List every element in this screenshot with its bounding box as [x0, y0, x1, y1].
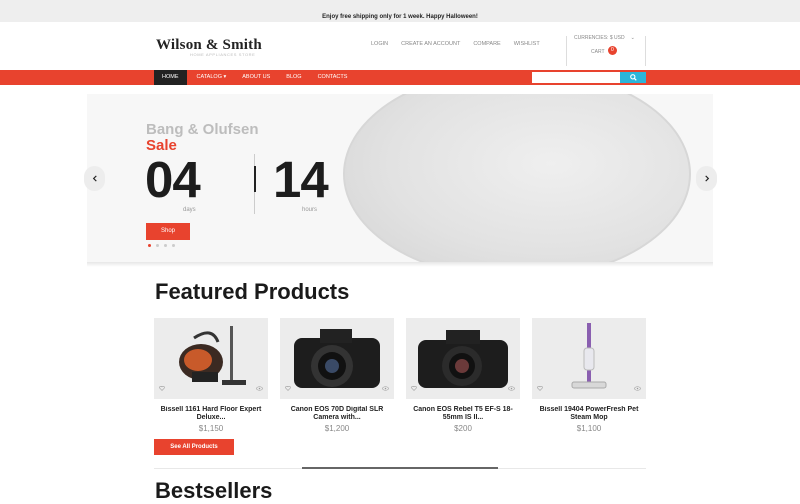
section-divider-highlight [302, 467, 498, 469]
vacuum-image [179, 326, 246, 385]
login-link[interactable]: LOGIN [371, 41, 388, 47]
nav-item-catalog[interactable]: CATALOG ▾ [189, 70, 235, 85]
site-tagline: HOME APPLIANCES STORE [190, 52, 256, 57]
countdown-hours-label: hours [302, 207, 318, 213]
search-button[interactable] [620, 72, 646, 83]
bestsellers-title: Bestsellers [155, 478, 273, 503]
steam-mop-image [571, 323, 607, 389]
featured-products-title: Featured Products [155, 279, 350, 304]
product-price: $200 [454, 424, 472, 433]
compare-icon[interactable] [382, 378, 389, 396]
nav-item-contacts[interactable]: CONTACTS [310, 70, 356, 85]
main-nav: HOME CATALOG ▾ ABOUT US BLOG CONTACTS [154, 70, 355, 85]
nav-item-blog[interactable]: BLOG [278, 70, 309, 85]
product-name[interactable]: Canon EOS 70D Digital SLR Camera with... [280, 406, 394, 422]
countdown-days-label: days [183, 207, 196, 213]
search-icon [629, 74, 637, 81]
cart-link[interactable]: CART 0 [591, 46, 617, 55]
caret-down-icon: ▾ [223, 74, 227, 80]
heart-icon[interactable] [537, 378, 543, 396]
search-input[interactable] [532, 72, 620, 83]
slider-dot[interactable] [156, 244, 159, 247]
cart-count-badge: 0 [607, 46, 617, 55]
product-card[interactable]: Bissell 1161 Hard Floor Expert Deluxe...… [154, 318, 268, 433]
hero-shadow [87, 262, 713, 267]
product-price: $1,150 [198, 424, 224, 433]
slider-prev-button[interactable] [84, 166, 105, 191]
cart-label: CART [591, 49, 605, 55]
site-header: Wilson & Smith HOME APPLIANCES STORE LOG… [0, 22, 800, 70]
product-price: $1,200 [324, 424, 350, 433]
compare-link[interactable]: COMPARE [473, 41, 500, 47]
product-image[interactable] [154, 318, 268, 399]
product-name[interactable]: Canon EOS Rebel T5 EF-S 18-55mm IS II... [406, 406, 520, 422]
heart-icon[interactable] [411, 378, 417, 396]
announcement-text: Enjoy free shipping only for 1 week. Hap… [322, 14, 478, 20]
slider-next-button[interactable] [696, 166, 717, 191]
product-card[interactable]: Canon EOS Rebel T5 EF-S 18-55mm IS II...… [406, 318, 520, 433]
slider-pagination [148, 244, 180, 247]
wishlist-link[interactable]: WISHLIST [514, 41, 540, 47]
product-price: $1,100 [576, 424, 602, 433]
camera-image [294, 329, 380, 388]
hero-brand: Bang & Olufsen [146, 121, 259, 138]
create-account-link[interactable]: CREATE AN ACCOUNT [401, 41, 460, 47]
chevron-down-icon: ⌄ [630, 35, 635, 41]
header-divider [566, 36, 567, 66]
product-name[interactable]: Bissell 1161 Hard Floor Expert Deluxe... [154, 406, 268, 422]
header-divider-right [645, 36, 646, 66]
countdown-hours: 14 [273, 151, 329, 208]
hero-slider: Bang & Olufsen Sale 04 14 days hours Sho… [87, 94, 713, 262]
camera-image [418, 330, 508, 388]
currency-selector[interactable]: CURRENCIES: $ USD ⌄ [574, 35, 635, 41]
see-all-products-button[interactable]: See All Products [154, 439, 234, 455]
announcement-bar: Enjoy free shipping only for 1 week. Hap… [0, 0, 800, 22]
countdown-separator [254, 166, 256, 192]
slider-dot[interactable] [148, 244, 151, 247]
main-navbar: HOME CATALOG ▾ ABOUT US BLOG CONTACTS [0, 70, 800, 85]
heart-icon[interactable] [285, 378, 291, 396]
countdown-days: 04 [145, 151, 201, 208]
nav-item-catalog-label: CATALOG [196, 74, 222, 80]
product-image[interactable] [532, 318, 646, 399]
heart-icon[interactable] [159, 378, 165, 396]
account-links: LOGIN CREATE AN ACCOUNT COMPARE WISHLIST [371, 41, 553, 47]
nav-item-home[interactable]: HOME [154, 70, 187, 85]
product-image[interactable] [280, 318, 394, 399]
compare-icon[interactable] [508, 378, 515, 396]
compare-icon[interactable] [634, 378, 641, 396]
chevron-left-icon [92, 175, 97, 182]
chevron-right-icon [704, 175, 709, 182]
slider-dot[interactable] [164, 244, 167, 247]
product-image[interactable] [406, 318, 520, 399]
compare-icon[interactable] [256, 378, 263, 396]
product-card[interactable]: Bissell 19404 PowerFresh Pet Steam Mop $… [532, 318, 646, 433]
slider-dot[interactable] [172, 244, 175, 247]
product-name[interactable]: Bissell 19404 PowerFresh Pet Steam Mop [532, 406, 646, 422]
hero-product-image [343, 94, 691, 262]
nav-item-about-us[interactable]: ABOUT US [234, 70, 278, 85]
shop-button[interactable]: Shop [146, 223, 190, 240]
product-card[interactable]: Canon EOS 70D Digital SLR Camera with...… [280, 318, 394, 433]
currency-label: CURRENCIES: $ USD [574, 35, 625, 41]
